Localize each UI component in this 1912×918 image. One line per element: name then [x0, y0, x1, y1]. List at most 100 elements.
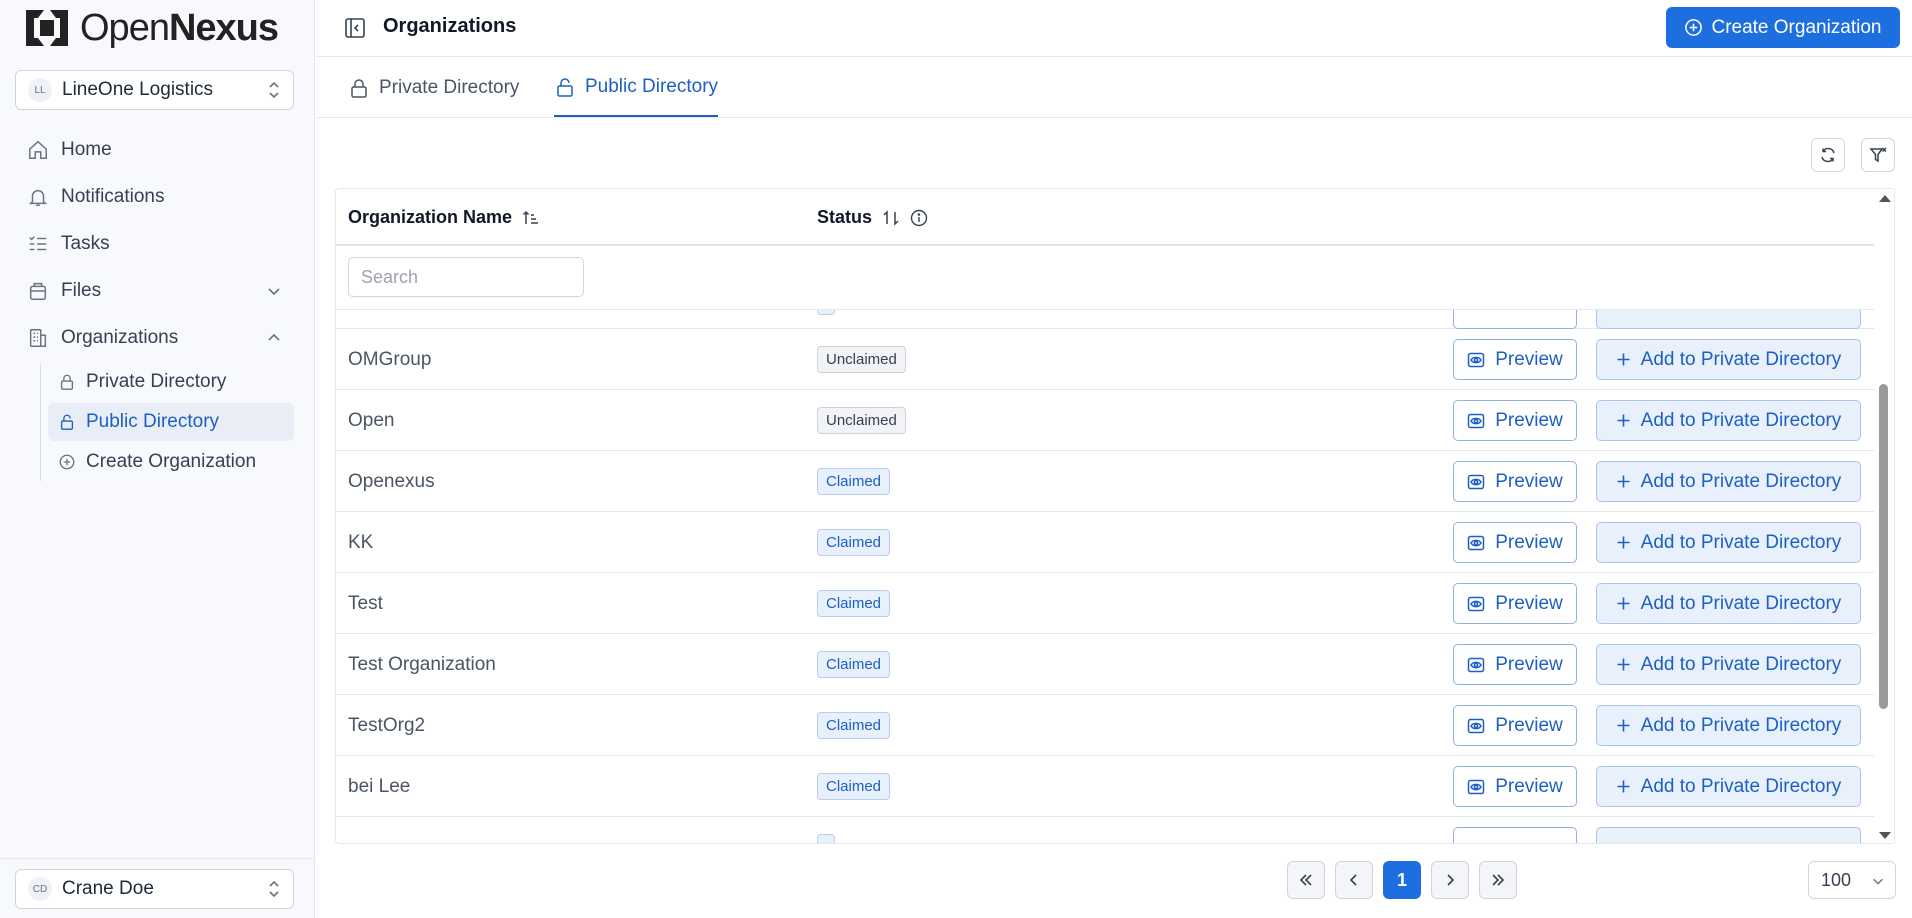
organizations-table: Organization Name Status OMGroup Unclaime…: [335, 188, 1895, 844]
filter-clear-icon: [1869, 147, 1887, 163]
organization-switcher[interactable]: LL LineOne Logistics: [15, 70, 294, 110]
nav-item-tasks[interactable]: Tasks: [15, 220, 294, 267]
plus-icon: [1617, 719, 1630, 732]
preview-button[interactable]: Preview: [1453, 400, 1577, 441]
refresh-button[interactable]: [1811, 138, 1845, 172]
scrollbar-thumb[interactable]: [1879, 384, 1888, 709]
table-row: TestOrg2 Claimed Preview Add to Private Dir…: [336, 695, 1876, 756]
user-avatar: CD: [28, 877, 52, 901]
scroll-down-arrow-icon[interactable]: [1879, 832, 1891, 839]
sidebar-item-create-organization[interactable]: Create Organization: [48, 443, 294, 481]
organization-name: bei Lee: [348, 776, 411, 797]
search-input[interactable]: [348, 257, 584, 297]
column-header-label: Organization Name: [348, 207, 513, 227]
nav-item-label: Organizations: [61, 326, 179, 348]
nav-item-label: Home: [61, 138, 112, 160]
preview-eye-icon: [1467, 657, 1485, 672]
previous-page-button[interactable]: [1335, 861, 1373, 899]
preview-button[interactable]: Preview: [1453, 644, 1577, 685]
chevrons-left-icon: [1299, 874, 1312, 886]
preview-button[interactable]: Preview: [1453, 522, 1577, 563]
nav-item-label: Notifications: [61, 185, 165, 207]
preview-label: Preview: [1495, 409, 1563, 431]
nav-item-notifications[interactable]: Notifications: [15, 173, 294, 220]
table-row: Test Claimed Preview Add to Private Directo…: [336, 573, 1876, 634]
user-name: Crane Doe: [62, 878, 154, 899]
column-header-label: Status: [817, 207, 873, 227]
sidebar-footer: CD Crane Doe: [0, 858, 315, 918]
add-to-private-directory-button[interactable]: Add to Private Directory: [1596, 461, 1861, 502]
nav-item-files[interactable]: Files: [15, 267, 294, 314]
preview-eye-icon: [1467, 535, 1485, 550]
preview-button[interactable]: Preview: [1453, 766, 1577, 807]
add-label: Add to Private Directory: [1640, 775, 1842, 797]
create-organization-label: Create Organization: [1711, 16, 1882, 38]
table-row: [336, 817, 1876, 843]
status-badge: Claimed: [817, 712, 891, 739]
lock-icon: [60, 374, 74, 390]
plus-icon: [1617, 414, 1630, 427]
add-to-private-directory-button[interactable]: Add to Private Directory: [1596, 400, 1861, 441]
preview-button[interactable]: Preview: [1453, 339, 1577, 380]
add-to-private-directory-button[interactable]: Add to Private Directory: [1596, 522, 1861, 563]
lock-icon: [351, 78, 367, 98]
top-bar: Organizations Create Organization: [316, 0, 1912, 57]
preview-eye-icon: [1467, 413, 1485, 428]
table-scrollbar[interactable]: [1874, 189, 1894, 843]
add-label: Add to Private Directory: [1640, 409, 1842, 431]
page-size-select[interactable]: 100: [1808, 861, 1896, 899]
plus-icon: [1617, 353, 1630, 366]
organization-name: TestOrg2: [348, 715, 426, 736]
org-avatar: LL: [28, 78, 52, 102]
add-to-private-directory-button[interactable]: [1596, 310, 1861, 329]
preview-label: Preview: [1495, 531, 1563, 553]
org-switcher-name: LineOne Logistics: [62, 79, 214, 100]
page-title: Organizations: [383, 15, 517, 37]
logo[interactable]: OpenNexus: [24, 6, 279, 50]
preview-button[interactable]: [1453, 827, 1577, 843]
sidebar-item-label: Private Directory: [86, 371, 227, 392]
preview-button[interactable]: [1453, 310, 1577, 329]
add-label: Add to Private Directory: [1640, 470, 1842, 492]
refresh-icon: [1821, 147, 1835, 163]
status-badge: Claimed: [817, 590, 891, 617]
add-to-private-directory-button[interactable]: Add to Private Directory: [1596, 339, 1861, 380]
add-to-private-directory-button[interactable]: Add to Private Directory: [1596, 705, 1861, 746]
organizations-subnav: Private Directory Public Directory Creat…: [40, 363, 294, 481]
preview-button[interactable]: Preview: [1453, 705, 1577, 746]
first-page-button[interactable]: [1287, 861, 1325, 899]
preview-button[interactable]: Preview: [1453, 583, 1577, 624]
preview-button[interactable]: Preview: [1453, 461, 1577, 502]
clear-filters-button[interactable]: [1861, 138, 1895, 172]
sort-icon[interactable]: [882, 209, 900, 227]
add-to-private-directory-button[interactable]: [1596, 827, 1861, 843]
sidebar-toggle-icon[interactable]: [344, 17, 366, 39]
chevron-down-icon: [1873, 878, 1883, 885]
column-header-status[interactable]: Status: [817, 207, 928, 228]
column-header-name[interactable]: Organization Name: [348, 207, 540, 228]
bell-icon: [28, 189, 48, 206]
user-switcher[interactable]: CD Crane Doe: [15, 869, 294, 909]
table-body: OMGroup Unclaimed Preview Add to Private Di…: [336, 310, 1876, 843]
next-page-button[interactable]: [1431, 861, 1469, 899]
create-organization-button[interactable]: Create Organization: [1666, 7, 1900, 48]
preview-label: Preview: [1495, 470, 1563, 492]
table-rows: OMGroup Unclaimed Preview Add to Private Di…: [336, 329, 1876, 843]
page-button-current[interactable]: 1: [1383, 861, 1421, 899]
add-to-private-directory-button[interactable]: Add to Private Directory: [1596, 583, 1861, 624]
tab-public-directory[interactable]: Public Directory: [554, 58, 719, 117]
sidebar-item-public-directory[interactable]: Public Directory: [48, 403, 294, 441]
nav-item-home[interactable]: Home: [15, 126, 294, 173]
status-badge: Unclaimed: [817, 407, 906, 434]
scroll-up-arrow-icon[interactable]: [1879, 195, 1891, 202]
sidebar-item-private-directory[interactable]: Private Directory: [48, 363, 294, 401]
last-page-button[interactable]: [1479, 861, 1517, 899]
preview-eye-icon: [1467, 779, 1485, 794]
info-icon[interactable]: [910, 209, 928, 227]
nav-item-organizations[interactable]: Organizations: [15, 314, 294, 361]
tab-label: Private Directory: [379, 76, 520, 98]
sort-ascending-icon[interactable]: [522, 209, 540, 227]
add-to-private-directory-button[interactable]: Add to Private Directory: [1596, 644, 1861, 685]
tab-private-directory[interactable]: Private Directory: [348, 58, 519, 117]
add-to-private-directory-button[interactable]: Add to Private Directory: [1596, 766, 1861, 807]
